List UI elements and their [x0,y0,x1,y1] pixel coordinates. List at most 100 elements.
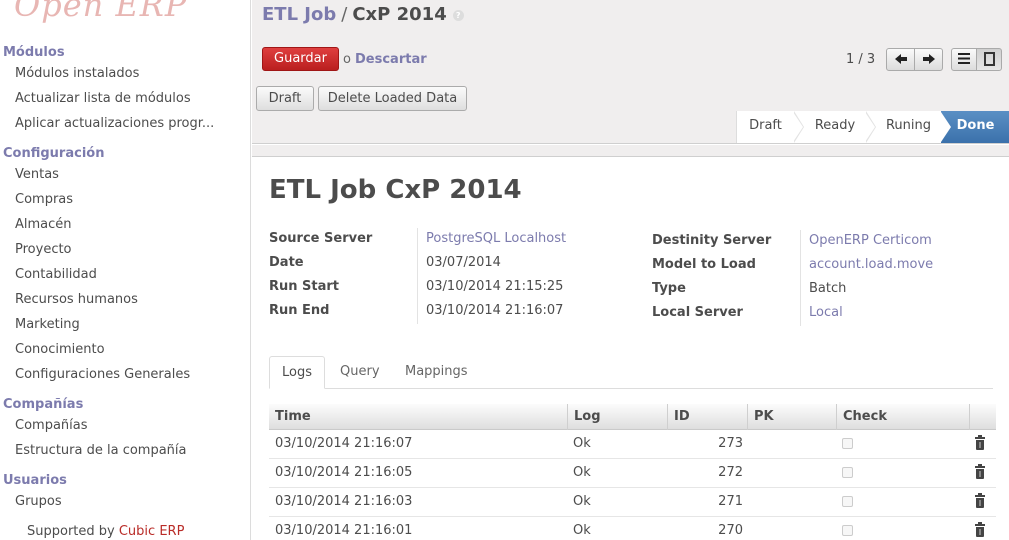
menu-section-usuarios: Usuarios [3,473,67,488]
field-value-run-end[interactable]: 03/10/2014 21:16:07 [426,303,563,318]
menu-item-aplicar-actualizaciones[interactable]: Aplicar actualizaciones progr... [15,116,214,131]
cell-log: Ok [573,436,591,451]
field-label-type: Type [652,281,686,296]
tab-mappings[interactable]: Mappings [393,356,480,389]
table-row[interactable]: 03/10/2014 21:16:07 Ok 273 [269,430,996,459]
supported-by-brand-link[interactable]: Cubic ERP [119,524,185,539]
trash-icon[interactable] [975,522,985,537]
cell-check-checkbox [842,496,853,507]
menu-section-modulos: Módulos [3,45,65,60]
main-content: ETL Job / CxP 2014? Guardar o Descartar 1 … [252,0,1009,540]
help-icon[interactable]: ? [452,10,464,21]
field-value-run-start[interactable]: 03/10/2014 21:15:25 [426,279,563,294]
cell-id: 270 [718,523,743,538]
menu-item-modulos-instalados[interactable]: Módulos instalados [15,66,139,81]
breadcrumb-parent-link[interactable]: ETL Job [262,4,336,25]
status-runing[interactable]: Runing [876,111,941,143]
field-value-source-server[interactable]: PostgreSQL Localhost [426,231,566,246]
cell-id: 273 [718,436,743,451]
field-label-source-server: Source Server [269,231,373,246]
column-header-check[interactable]: Check [836,404,969,430]
menu-item-almacen[interactable]: Almacén [15,217,72,232]
form-sheet: ETL Job CxP 2014 Source Server PostgreSQ… [252,158,1009,540]
status-separator-inner [865,112,875,142]
field-label-destinity-server: Destinity Server [652,233,772,248]
menu-item-grupos[interactable]: Grupos [15,494,62,509]
menu-item-recursos-humanos[interactable]: Recursos humanos [15,292,138,307]
menu-item-marketing[interactable]: Marketing [15,317,80,332]
menu-section-configuracion: Configuración [3,146,105,161]
table-row[interactable]: 03/10/2014 21:16:03 Ok 271 [269,488,996,517]
form-view-icon [983,52,995,66]
trash-icon[interactable] [975,493,985,508]
draft-button[interactable]: Draft [256,86,314,111]
list-view-button[interactable] [951,48,977,71]
app-logo[interactable]: Open ERP [14,0,187,24]
arrow-right-icon [922,54,935,64]
cell-check-checkbox [842,467,853,478]
status-draft[interactable]: Draft [737,111,794,143]
menu-item-compras[interactable]: Compras [15,192,73,207]
menu-item-companias[interactable]: Compañías [15,418,88,433]
column-header-time[interactable]: Time [269,404,567,430]
cell-log: Ok [573,494,591,509]
sidebar: Open ERP Módulos Módulos instalados Actu… [0,0,251,540]
field-value-model-to-load[interactable]: account.load.move [809,257,933,272]
status-separator-inner [793,112,803,142]
breadcrumb: ETL Job / CxP 2014? [262,4,464,25]
trash-icon[interactable] [975,464,985,479]
field-value-local-server[interactable]: Local [809,305,843,320]
column-header-pk[interactable]: PK [747,404,836,430]
arrow-left-icon [894,54,907,64]
column-header-id[interactable]: ID [667,404,747,430]
cell-time: 03/10/2014 21:16:01 [275,523,413,538]
discard-link[interactable]: Descartar [355,52,427,67]
control-panel: ETL Job / CxP 2014? Guardar o Descartar 1 … [252,0,1009,144]
menu-item-contabilidad[interactable]: Contabilidad [15,267,97,282]
field-separator [417,228,418,324]
field-value-date[interactable]: 03/07/2014 [426,255,501,270]
table-row[interactable]: 03/10/2014 21:16:01 Ok 270 [269,517,996,540]
delete-loaded-data-button[interactable]: Delete Loaded Data [318,86,467,111]
record-title: ETL Job CxP 2014 [269,175,522,205]
cell-log: Ok [573,465,591,480]
status-separator-inner [941,112,951,142]
cell-check-checkbox [842,525,853,536]
breadcrumb-separator: / [341,4,348,25]
field-label-model-to-load: Model to Load [652,257,756,272]
status-ready[interactable]: Ready [804,111,866,143]
field-value-destinity-server[interactable]: OpenERP Certicom [809,233,932,248]
list-view-icon [958,53,970,64]
breadcrumb-current: CxP 2014 [352,4,447,25]
table-row[interactable]: 03/10/2014 21:16:05 Ok 272 [269,459,996,488]
field-value-type[interactable]: Batch [809,281,846,296]
tab-logs[interactable]: Logs [269,356,325,389]
menu-item-ventas[interactable]: Ventas [15,167,59,182]
cell-time: 03/10/2014 21:16:03 [275,494,413,509]
table-header: Time Log ID PK Check [269,404,996,430]
field-separator [800,230,801,326]
column-header-log[interactable]: Log [567,404,667,430]
pager-next-button[interactable] [914,48,943,71]
trash-icon[interactable] [975,435,985,450]
menu-item-proyecto[interactable]: Proyecto [15,242,72,257]
tab-query[interactable]: Query [328,356,392,389]
cell-log: Ok [573,523,591,538]
form-view-button[interactable] [976,48,1002,71]
pager-counter[interactable]: 1 / 3 [846,52,875,67]
menu-item-actualizar-lista[interactable]: Actualizar lista de módulos [15,91,191,106]
or-label: o [343,52,351,67]
pager-previous-button[interactable] [886,48,915,71]
menu-section-companias: Compañías [3,397,84,412]
menu-item-estructura-compania[interactable]: Estructura de la compañía [15,443,187,458]
cell-time: 03/10/2014 21:16:07 [275,436,413,451]
field-label-run-end: Run End [269,303,330,318]
menu-item-configuraciones-generales[interactable]: Configuraciones Generales [15,367,190,382]
status-done-active[interactable]: Done [941,111,1009,143]
control-panel-spacer [252,145,1009,157]
supported-by: Supported by Cubic ERP [27,524,184,539]
field-label-date: Date [269,255,304,270]
menu-item-conocimiento[interactable]: Conocimiento [15,342,105,357]
field-label-run-start: Run Start [269,279,340,294]
save-button[interactable]: Guardar [262,47,339,71]
